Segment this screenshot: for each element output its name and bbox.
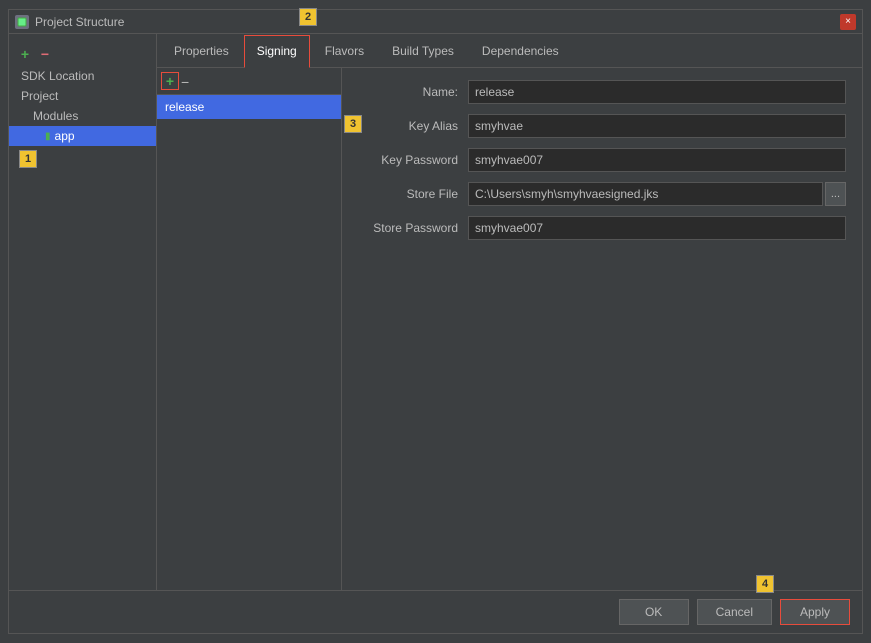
apply-button[interactable]: Apply <box>780 599 850 625</box>
project-label: Project <box>21 89 58 103</box>
app-icon <box>15 15 29 29</box>
tab-build-types-label: Build Types <box>392 44 454 58</box>
ok-button[interactable]: OK <box>619 599 689 625</box>
key-password-input[interactable] <box>468 148 846 172</box>
sidebar-toolbar: + − <box>9 42 156 66</box>
key-password-row: Key Password <box>358 148 846 172</box>
sidebar-item-modules[interactable]: Modules <box>9 106 156 126</box>
store-password-input[interactable] <box>468 216 846 240</box>
key-alias-label: Key Alias <box>358 119 468 133</box>
badge-3: 3 <box>344 115 362 133</box>
close-button[interactable]: × <box>840 14 856 30</box>
add-sidebar-button[interactable]: + <box>17 46 33 62</box>
app-label: app <box>55 129 75 143</box>
add-signing-button[interactable]: + <box>161 72 179 90</box>
signing-item-label: release <box>165 100 204 114</box>
name-label: Name: <box>358 85 468 99</box>
module-icon: ▮ <box>45 131 51 142</box>
store-file-input[interactable] <box>468 182 823 206</box>
tab-dependencies-label: Dependencies <box>482 44 559 58</box>
signing-list: + − release <box>157 68 342 590</box>
tab-signing-label: Signing <box>257 44 297 58</box>
sidebar-item-project[interactable]: Project <box>9 86 156 106</box>
tab-flavors-label: Flavors <box>325 44 364 58</box>
tab-dependencies[interactable]: Dependencies <box>469 34 572 67</box>
store-file-row-inner: ... <box>468 182 846 206</box>
key-alias-input[interactable] <box>468 114 846 138</box>
signing-details: Name: Key Alias Key Password <box>342 68 862 590</box>
titlebar: Project Structure × <box>9 10 862 34</box>
tab-build-types[interactable]: Build Types <box>379 34 467 67</box>
store-password-label: Store Password <box>358 221 468 235</box>
tab-properties-label: Properties <box>174 44 229 58</box>
tab-properties[interactable]: Properties <box>161 34 242 67</box>
titlebar-left: Project Structure <box>15 15 124 29</box>
main-content: + − SDK Location Project Modules ▮ app P <box>9 34 862 590</box>
key-alias-row: Key Alias <box>358 114 846 138</box>
panel-body: + − release Name: Key A <box>157 68 862 590</box>
badge-4: 4 <box>756 575 774 593</box>
store-file-row: Store File ... <box>358 182 846 206</box>
cancel-button[interactable]: Cancel <box>697 599 772 625</box>
remove-signing-button[interactable]: − <box>181 75 189 89</box>
footer: OK Cancel Apply <box>9 590 862 633</box>
sidebar: + − SDK Location Project Modules ▮ app <box>9 34 157 590</box>
key-password-label: Key Password <box>358 153 468 167</box>
signing-list-item-release[interactable]: release <box>157 95 341 119</box>
name-input[interactable] <box>468 80 846 104</box>
remove-sidebar-button[interactable]: − <box>37 46 53 62</box>
browse-button[interactable]: ... <box>825 182 846 206</box>
sidebar-item-sdk-location[interactable]: SDK Location <box>9 66 156 86</box>
badge-1: 1 <box>19 150 37 168</box>
store-file-label: Store File <box>358 187 468 201</box>
sidebar-item-app[interactable]: ▮ app <box>9 126 156 146</box>
right-panel: Properties Signing Flavors Build Types D… <box>157 34 862 590</box>
project-structure-window: 1 2 3 4 Project Structure × + − SDK Loca… <box>8 9 863 634</box>
window-title: Project Structure <box>35 15 124 29</box>
store-password-row: Store Password <box>358 216 846 240</box>
name-row: Name: <box>358 80 846 104</box>
tab-flavors[interactable]: Flavors <box>312 34 377 67</box>
sdk-location-label: SDK Location <box>21 69 94 83</box>
signing-list-toolbar: + − <box>157 68 341 95</box>
modules-label: Modules <box>33 109 78 123</box>
tab-signing[interactable]: Signing <box>244 35 310 68</box>
tabs-bar: Properties Signing Flavors Build Types D… <box>157 34 862 68</box>
badge-2: 2 <box>299 8 317 26</box>
